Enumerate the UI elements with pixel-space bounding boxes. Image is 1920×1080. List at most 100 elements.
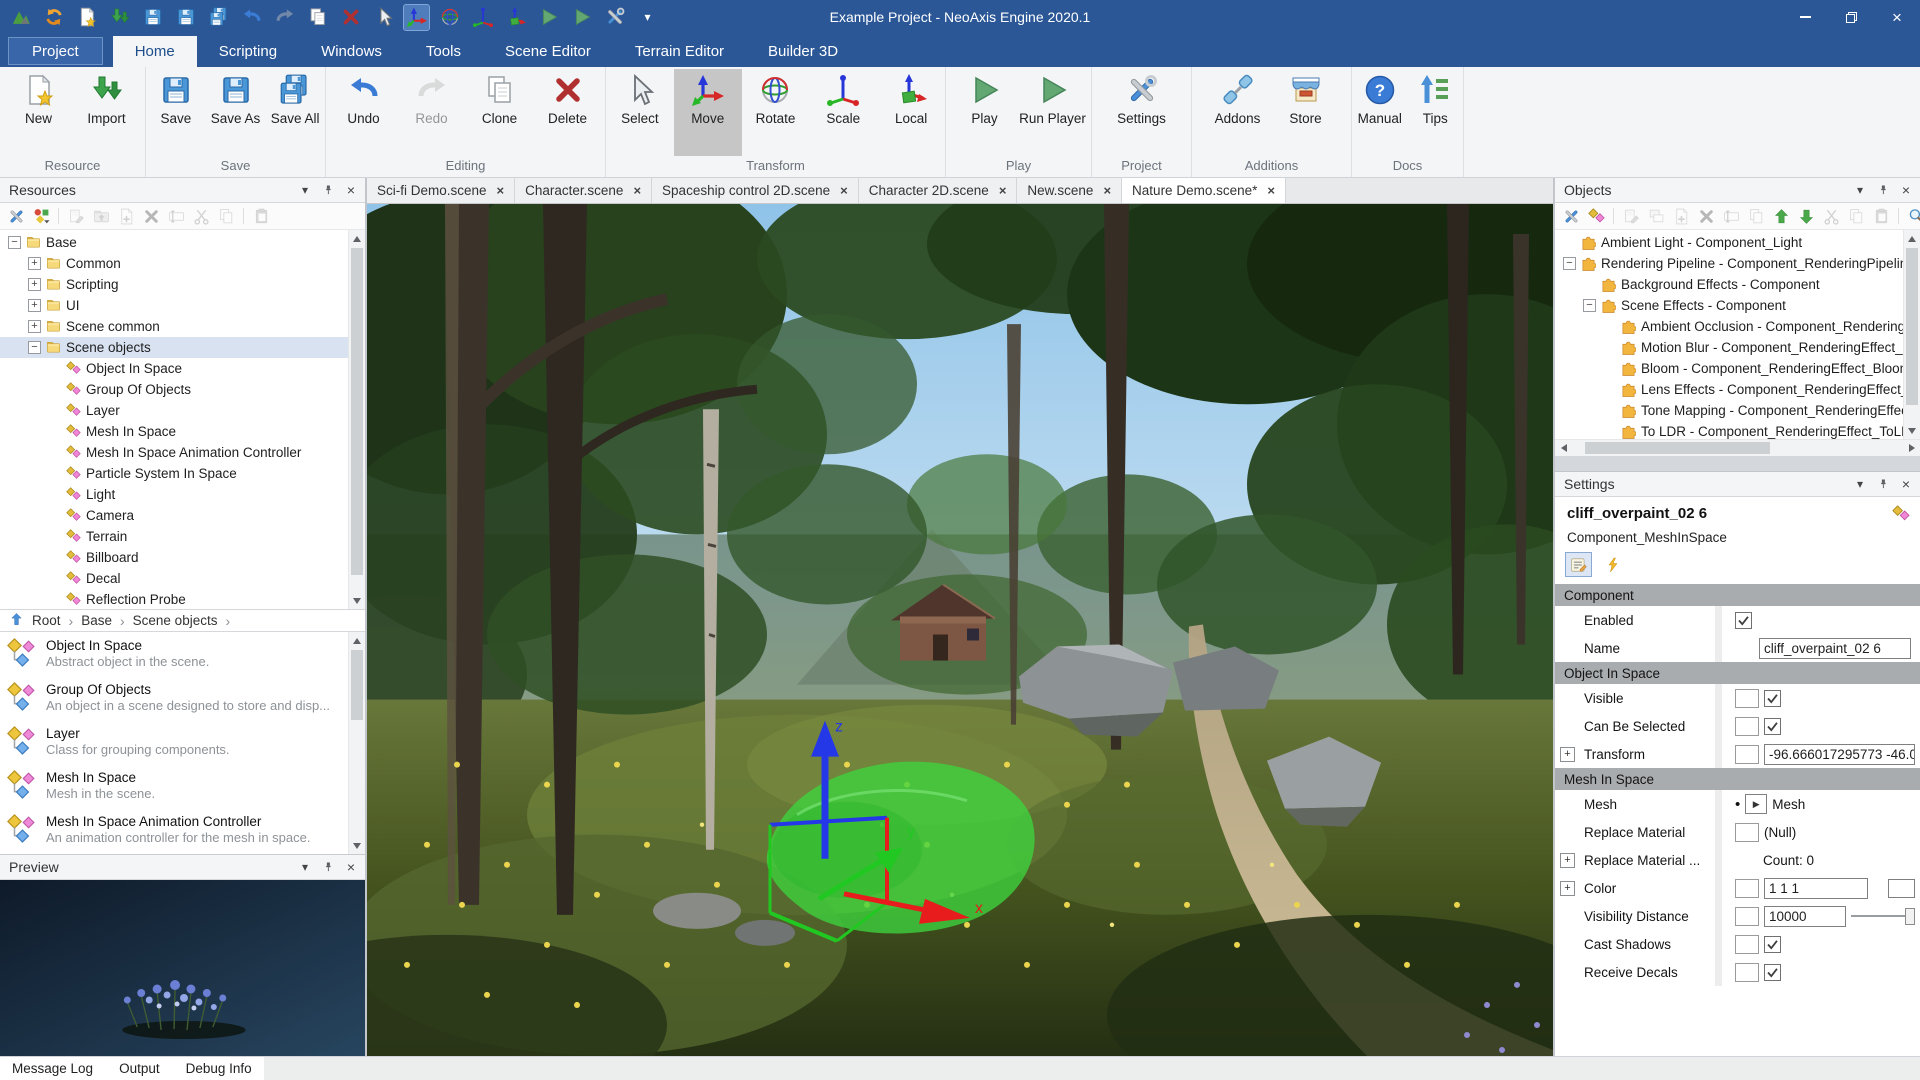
class-list-scrollbar[interactable] (348, 632, 365, 854)
properties-tab-button[interactable] (1565, 552, 1592, 577)
menu-tab-terrain-editor[interactable]: Terrain Editor (613, 36, 746, 67)
expand-icon[interactable]: + (28, 320, 41, 333)
resources-tree-scrollbar[interactable] (348, 230, 365, 609)
default-value-box[interactable] (1735, 963, 1759, 982)
store-button[interactable]: Store (1272, 69, 1340, 156)
column-splitter[interactable] (1715, 712, 1722, 740)
tips-button[interactable]: Tips (1408, 69, 1464, 156)
settings-panel-pin-button[interactable] (1876, 477, 1890, 491)
save-button[interactable]: Save (146, 69, 206, 156)
play-button[interactable] (536, 5, 561, 30)
expand-icon[interactable]: + (1560, 881, 1575, 896)
column-splitter[interactable] (1715, 846, 1722, 874)
resource-item-object-in-space[interactable]: Object In Space (0, 358, 348, 379)
breadcrumb-item-base[interactable]: Base (81, 613, 112, 628)
app-logo-button[interactable] (8, 5, 33, 30)
scrollbar-thumb[interactable] (1585, 442, 1770, 454)
new-button[interactable]: New (5, 69, 73, 156)
slider-track[interactable] (1851, 915, 1905, 917)
objects-panel-menu-button[interactable]: ▾ (1853, 183, 1867, 197)
column-splitter[interactable] (1715, 874, 1722, 902)
column-splitter[interactable] (1715, 958, 1722, 986)
settings-panel-menu-button[interactable]: ▾ (1853, 477, 1867, 491)
object-item-ambient-light-component-light[interactable]: Ambient Light - Component_Light (1555, 232, 1903, 253)
resource-item-camera[interactable]: Camera (0, 505, 348, 526)
object-item-to-ldr-component-renderingeffect-told[interactable]: To LDR - Component_RenderingEffect_ToLD (1555, 421, 1903, 439)
column-splitter[interactable] (1715, 930, 1722, 958)
customize-quick-access-button[interactable]: ▾ (635, 5, 660, 30)
restore-button[interactable] (1828, 0, 1874, 34)
objects-panel-pin-button[interactable] (1876, 183, 1890, 197)
scroll-up-icon[interactable] (349, 230, 365, 247)
close-tab-icon[interactable]: × (633, 183, 641, 198)
collapse-icon[interactable]: − (1583, 299, 1596, 312)
color-swatch[interactable] (1888, 879, 1915, 898)
scale-button[interactable]: Scale (809, 69, 877, 156)
import-button[interactable] (107, 5, 132, 30)
new-page-button[interactable] (1671, 206, 1691, 226)
shapes-filter-button[interactable] (31, 206, 51, 226)
slider-visibility-distance[interactable] (1851, 908, 1915, 925)
expand-icon[interactable]: + (1560, 853, 1575, 868)
resource-item-billboard[interactable]: Billboard (0, 547, 348, 568)
object-item-motion-blur-component-renderingeffect-m[interactable]: Motion Blur - Component_RenderingEffect_… (1555, 337, 1903, 358)
scroll-down-icon[interactable] (1904, 422, 1920, 439)
scrollbar-thumb[interactable] (351, 248, 363, 575)
column-splitter[interactable] (1715, 790, 1722, 818)
column-splitter[interactable] (1715, 606, 1722, 634)
resource-item-scene-common[interactable]: +Scene common (0, 316, 348, 337)
expand-icon[interactable]: + (28, 299, 41, 312)
default-value-box[interactable] (1735, 745, 1759, 764)
edit-button[interactable] (1621, 206, 1641, 226)
breadcrumb-up-button[interactable] (9, 612, 24, 630)
scale-button[interactable] (470, 5, 495, 30)
settings-button[interactable] (602, 5, 627, 30)
move-button[interactable] (404, 5, 429, 30)
copy-button[interactable] (1746, 206, 1766, 226)
close-tab-icon[interactable]: × (497, 183, 505, 198)
default-value-box[interactable] (1735, 907, 1759, 926)
column-splitter[interactable] (1715, 740, 1722, 768)
checkbox-receive-decals[interactable] (1764, 964, 1781, 981)
collapse-icon[interactable]: − (1563, 257, 1576, 270)
column-splitter[interactable] (1715, 902, 1722, 930)
resource-item-layer[interactable]: Layer (0, 400, 348, 421)
preview-3d-view[interactable] (0, 880, 365, 1056)
scroll-right-icon[interactable] (1903, 440, 1920, 456)
paste-button[interactable] (251, 206, 271, 226)
input-name[interactable]: cliff_overpaint_02 6 (1759, 638, 1911, 659)
cut-button[interactable] (191, 206, 211, 226)
close-tab-icon[interactable]: × (1103, 183, 1111, 198)
save-as-button[interactable]: Save As (206, 69, 266, 156)
reference-expand-button[interactable]: ▶ (1745, 794, 1767, 814)
close-tab-icon[interactable]: × (1267, 183, 1275, 198)
new-page-button[interactable] (116, 206, 136, 226)
scroll-up-icon[interactable] (1904, 230, 1920, 247)
delete-button[interactable] (1696, 206, 1716, 226)
clone-button[interactable]: Clone (466, 69, 534, 156)
objects-horizontal-scrollbar[interactable] (1555, 439, 1920, 456)
checkbox-visible[interactable] (1764, 690, 1781, 707)
object-item-bloom-component-renderingeffect-bloom[interactable]: Bloom - Component_RenderingEffect_Bloom (1555, 358, 1903, 379)
play-button[interactable]: Play (951, 69, 1019, 156)
move-down-button[interactable] (1796, 206, 1816, 226)
slider-thumb[interactable] (1905, 908, 1915, 925)
column-splitter[interactable] (1715, 818, 1722, 846)
save-button[interactable] (140, 5, 165, 30)
minimize-button[interactable] (1782, 0, 1828, 34)
rotate-button[interactable] (437, 5, 462, 30)
resource-item-reflection-probe[interactable]: Reflection Probe (0, 589, 348, 609)
objects-panel-close-button[interactable]: × (1899, 183, 1913, 197)
settings-panel-close-button[interactable]: × (1899, 477, 1913, 491)
class-diamond-button[interactable] (1586, 206, 1606, 226)
class-list-item-mesh-in-space[interactable]: Mesh In SpaceMesh in the scene. (0, 764, 365, 808)
move-up-button[interactable] (1771, 206, 1791, 226)
scene-tab-new-scene[interactable]: New.scene× (1017, 178, 1122, 203)
menu-tab-home[interactable]: Home (113, 36, 197, 67)
column-splitter[interactable] (1715, 634, 1722, 662)
checkbox-enabled[interactable] (1735, 612, 1752, 629)
scroll-down-icon[interactable] (349, 592, 365, 609)
scroll-left-icon[interactable] (1555, 440, 1572, 456)
search-button[interactable] (1906, 206, 1920, 226)
class-list-item-object-in-space[interactable]: Object In SpaceAbstract object in the sc… (0, 632, 365, 676)
